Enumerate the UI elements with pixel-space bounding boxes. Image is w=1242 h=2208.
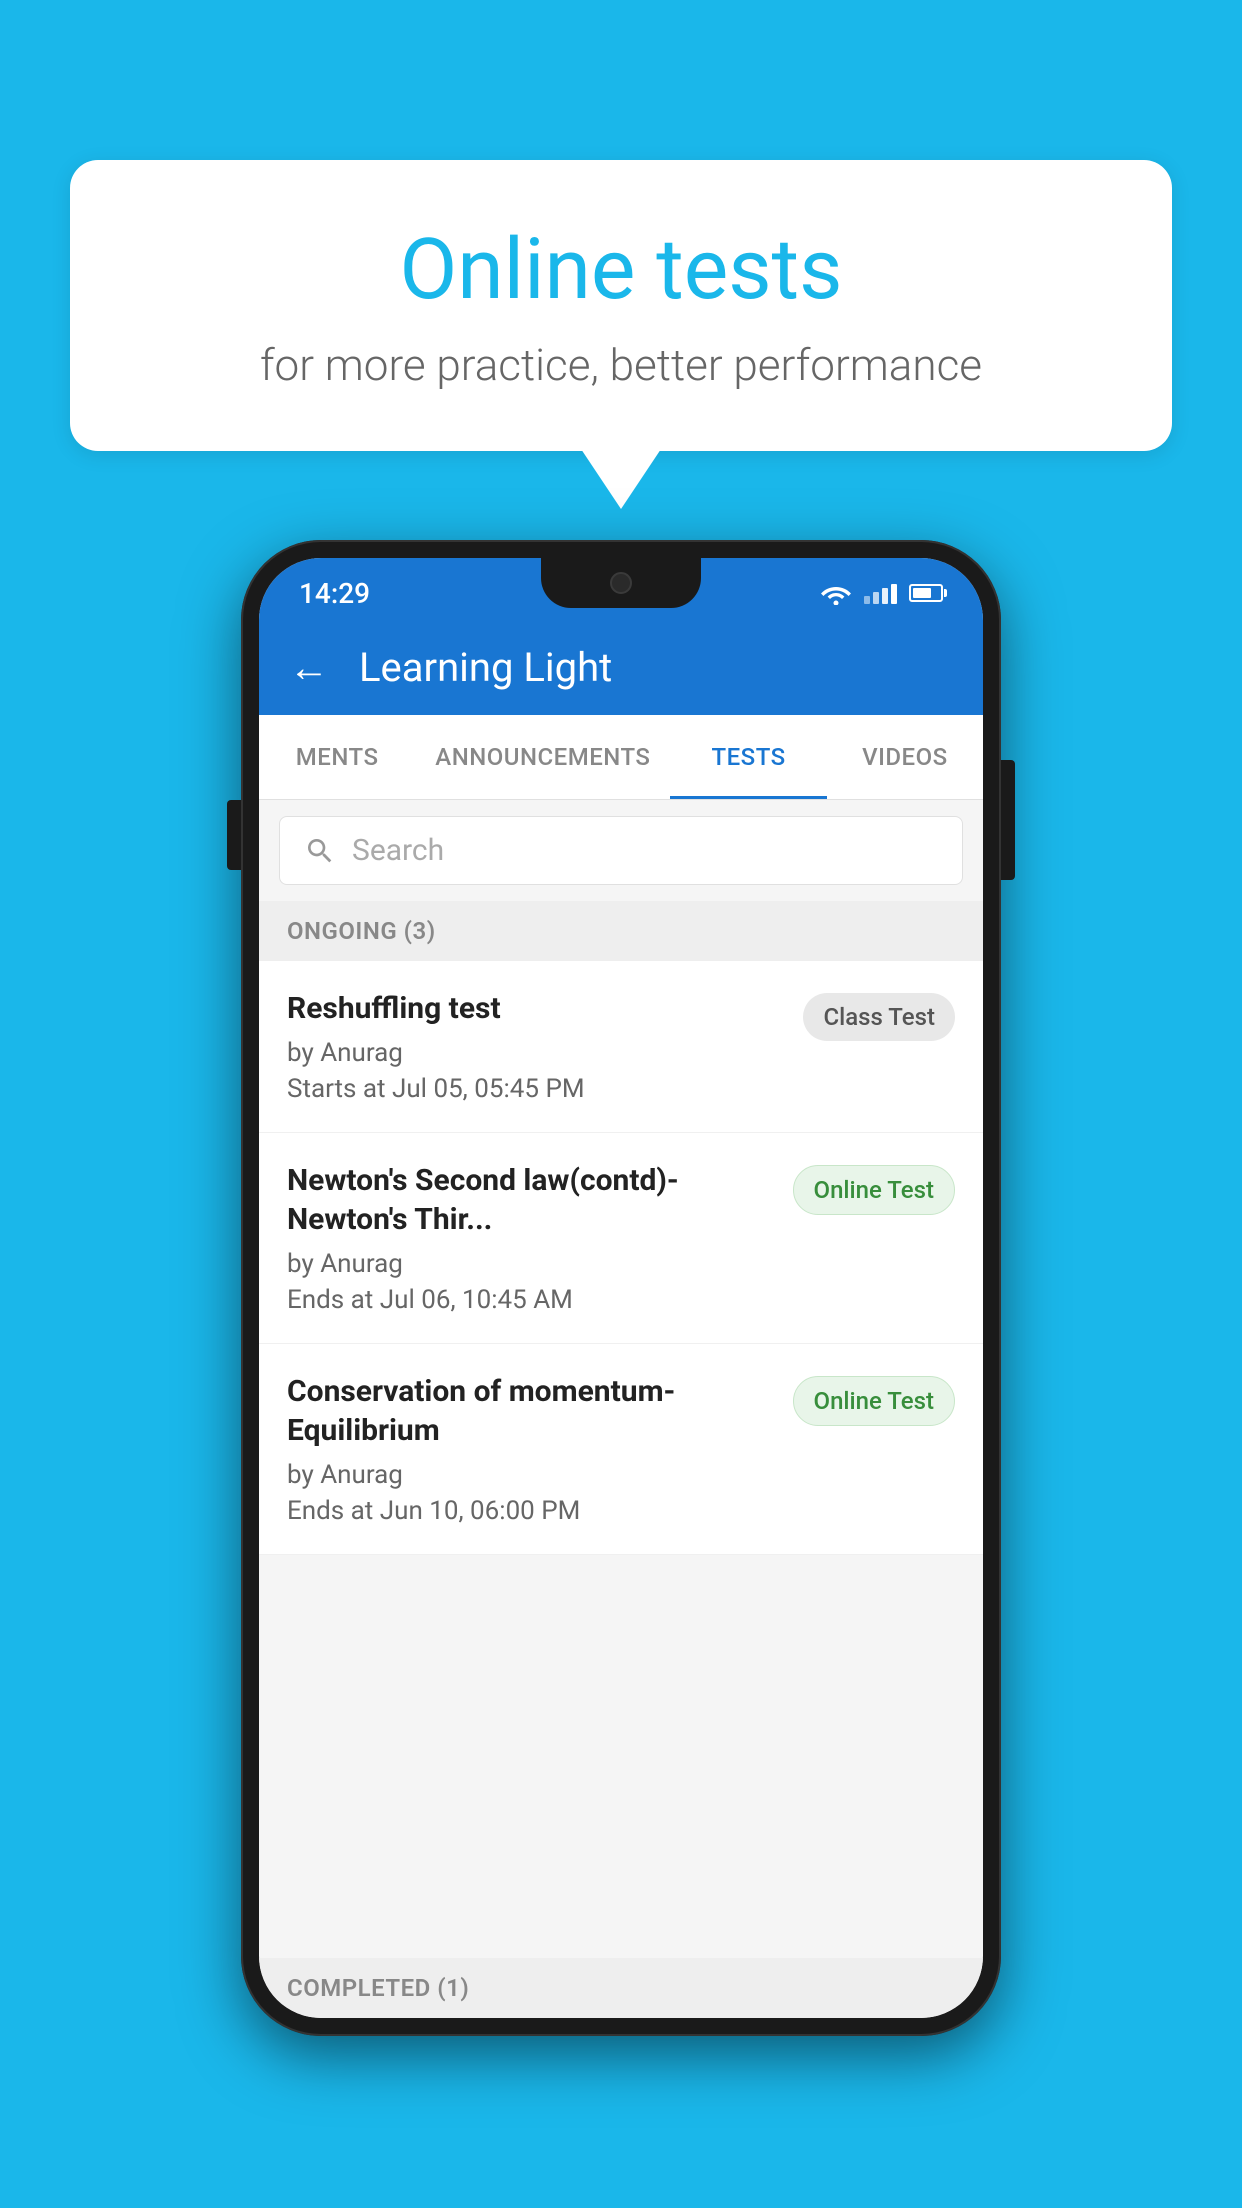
bubble-title: Online tests (150, 220, 1092, 319)
test-item-newtons[interactable]: Newton's Second law(contd)-Newton's Thir… (259, 1133, 983, 1344)
search-placeholder: Search (352, 833, 444, 868)
test-author-conservation: by Anurag (287, 1460, 773, 1490)
tab-announcements[interactable]: ANNOUNCEMENTS (415, 715, 670, 799)
app-header: ← Learning Light (259, 620, 983, 715)
search-section: Search (259, 800, 983, 901)
test-name-reshuffling: Reshuffling test (287, 989, 783, 1028)
test-name-newtons: Newton's Second law(contd)-Newton's Thir… (287, 1161, 773, 1239)
search-bar[interactable]: Search (279, 816, 963, 885)
test-info-conservation: Conservation of momentum-Equilibrium by … (287, 1372, 773, 1526)
wifi-icon (820, 581, 852, 605)
app-header-title: Learning Light (359, 644, 612, 691)
signal-icon (864, 582, 897, 604)
tabs-bar: MENTS ANNOUNCEMENTS TESTS VIDEOS (259, 715, 983, 800)
test-date-reshuffling: Starts at Jul 05, 05:45 PM (287, 1074, 783, 1104)
bubble-arrow (581, 449, 661, 509)
completed-section-header: COMPLETED (1) (259, 1958, 983, 2018)
test-badge-newtons: Online Test (793, 1165, 955, 1215)
status-icons (820, 581, 943, 605)
test-date-newtons: Ends at Jul 06, 10:45 AM (287, 1285, 773, 1315)
test-item-conservation[interactable]: Conservation of momentum-Equilibrium by … (259, 1344, 983, 1555)
test-author-reshuffling: by Anurag (287, 1038, 783, 1068)
phone-device: 14:29 (241, 540, 1001, 2036)
bubble-subtitle: for more practice, better performance (150, 339, 1092, 391)
back-button[interactable]: ← (289, 644, 329, 691)
test-name-conservation: Conservation of momentum-Equilibrium (287, 1372, 773, 1450)
test-info-newtons: Newton's Second law(contd)-Newton's Thir… (287, 1161, 773, 1315)
tab-tests[interactable]: TESTS (670, 715, 826, 799)
test-date-conservation: Ends at Jun 10, 06:00 PM (287, 1496, 773, 1526)
speech-bubble: Online tests for more practice, better p… (70, 160, 1172, 451)
battery-icon (909, 584, 943, 602)
front-camera (610, 572, 632, 594)
test-item-reshuffling[interactable]: Reshuffling test by Anurag Starts at Jul… (259, 961, 983, 1133)
phone-notch (541, 558, 701, 608)
phone-screen: 14:29 (259, 558, 983, 2018)
status-time: 14:29 (299, 577, 370, 610)
test-badge-reshuffling: Class Test (803, 993, 955, 1041)
tab-ments[interactable]: MENTS (259, 715, 415, 799)
test-author-newtons: by Anurag (287, 1249, 773, 1279)
search-icon (304, 835, 336, 867)
phone-outer-shell: 14:29 (241, 540, 1001, 2036)
test-badge-conservation: Online Test (793, 1376, 955, 1426)
tab-videos[interactable]: VIDEOS (827, 715, 983, 799)
speech-bubble-section: Online tests for more practice, better p… (70, 160, 1172, 509)
ongoing-section-header: ONGOING (3) (259, 901, 983, 961)
test-info-reshuffling: Reshuffling test by Anurag Starts at Jul… (287, 989, 783, 1104)
